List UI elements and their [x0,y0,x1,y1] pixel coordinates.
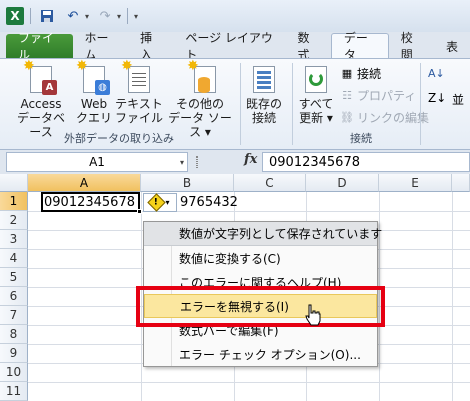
tab-data[interactable]: データ [330,31,389,62]
access-button[interactable]: ✸ A Access データベース [14,59,68,139]
splitter-handle[interactable] [196,156,198,168]
menu-title: 数値が文字列として保存されています [144,222,382,246]
redo-icon[interactable]: ↷ [95,6,115,26]
insert-function-icon[interactable]: fx [244,152,257,167]
row-header[interactable]: 1 [0,192,28,211]
qat-separator [127,8,129,24]
text-label-2: ファイル [114,111,163,125]
connections-label: 接続 [357,67,382,81]
ribbon-data-panel: ✸ A Access データベース ✸ ◍ Web クエリ ✸ テキスト ファイ… [0,58,470,150]
text-label-1: テキスト [115,97,163,111]
refresh-label-2: 更新 ▾ [299,111,333,125]
connections-icon: ▦ [341,67,353,80]
web-label-2: クエリ [75,111,112,125]
row-header[interactable]: 11 [0,382,28,401]
name-box-value: A1 [89,155,105,169]
tab-file[interactable]: ファイル [6,31,73,62]
group-separator [420,63,421,145]
edit-links-label: リンクの編集 [357,111,430,125]
column-header-e[interactable]: E [379,174,452,192]
save-icon[interactable] [37,6,57,26]
name-box-dropdown-icon[interactable]: ▾ [180,158,184,167]
tab-home[interactable]: ホーム [73,31,129,62]
row-header[interactable]: 5 [0,268,28,287]
web-query-icon: ✸ ◍ [76,59,110,95]
sort-descending-icon[interactable]: Z↓ [428,91,446,105]
name-box[interactable]: A1 ▾ [6,152,188,172]
row-header[interactable]: 8 [0,325,28,344]
quick-access-toolbar: X ↶ ▾ ↷ ▾ ▾ [0,0,470,32]
group-separator [292,63,293,145]
select-all-corner[interactable] [0,174,28,192]
properties-button[interactable]: ☷ プロパティ [340,87,416,104]
row-header[interactable]: 3 [0,230,28,249]
row-header[interactable]: 6 [0,287,28,306]
highlight-box [136,286,385,327]
other-sources-icon: ✸ [184,59,216,95]
hand-cursor-icon [305,304,321,326]
formula-input[interactable]: 09012345678 [262,152,470,172]
column-header-f[interactable] [452,174,470,192]
formula-bar: A1 ▾ fx 09012345678 [0,150,470,174]
column-header-d[interactable]: D [306,174,379,192]
access-label-1: Access [20,97,62,111]
web-label-1: Web [80,97,108,111]
group-label-connections: 接続 [350,132,372,145]
grid-line [452,192,453,401]
tab-view[interactable]: 表 [434,34,470,58]
row-header[interactable]: 7 [0,306,28,325]
menu-item-convert-to-number[interactable]: 数値に変換する(C) [144,246,377,270]
connections-button[interactable]: ▦ 接続 [340,65,381,82]
menu-item-error-checking-options[interactable]: エラー チェック オプション(O)... [144,342,377,366]
properties-label: プロパティ [357,89,417,103]
column-header-c[interactable]: C [234,174,306,192]
column-header-b[interactable]: B [141,174,234,192]
qat-separator [30,8,31,24]
customize-qat-icon[interactable]: ▾ [134,12,138,21]
sort-ascending-icon[interactable]: A↓ [428,67,445,80]
edit-links-icon: ⛓ [340,111,354,124]
refresh-all-button[interactable]: すべて 更新 ▾ [296,63,336,125]
refresh-icon [300,63,332,95]
row-header[interactable]: 4 [0,249,28,268]
cell-b1[interactable]: 9765432 [180,192,238,212]
group-label-external-data: 外部データの取り込み [64,132,174,145]
text-file-button[interactable]: ✸ テキスト ファイル [114,59,164,125]
row-header[interactable]: 9 [0,344,28,363]
other-label-1: その他の [175,97,224,111]
warning-icon: ! [147,193,167,212]
other-label-2: データ ソース ▾ [168,111,232,139]
tab-page-layout[interactable]: ページ レイアウト [173,31,285,62]
other-sources-button[interactable]: ✸ その他の データ ソース ▾ [164,59,236,139]
edit-links-button[interactable]: ⛓ リンクの編集 [340,109,429,126]
tab-review[interactable]: 校閲 [389,31,434,62]
fill-handle[interactable] [137,209,142,214]
grid-line [28,382,470,383]
row-header[interactable]: 10 [0,363,28,382]
error-check-button[interactable]: ! ▾ [143,193,177,212]
web-query-button[interactable]: ✸ ◍ Web クエリ [74,59,114,125]
group-separator [240,63,241,145]
redo-dropdown-icon[interactable]: ▾ [117,12,121,21]
undo-icon[interactable]: ↶ [63,6,83,26]
access-database-icon: ✸ A [23,59,57,95]
column-header-a[interactable]: A [28,174,141,192]
ribbon-tabs: ファイル ホーム 挿入 ページ レイアウト 数式 データ 校閲 表 [0,31,470,62]
existing-label-2: 接続 [251,111,276,125]
text-file-icon: ✸ [121,59,155,95]
tab-insert[interactable]: 挿入 [128,31,173,62]
row-header[interactable]: 2 [0,211,28,230]
refresh-label-1: すべて [298,97,334,111]
properties-icon: ☷ [342,89,352,102]
existing-connections-icon [248,63,280,95]
existing-label-1: 既存の [245,97,282,111]
cell-a1[interactable]: 09012345678 [41,192,140,212]
existing-connections-button[interactable]: 既存の 接続 [244,63,284,125]
error-dropdown-icon: ▾ [165,198,170,207]
undo-dropdown-icon[interactable]: ▾ [85,12,89,21]
tab-formulas[interactable]: 数式 [286,31,331,62]
access-label-2: データベース [16,111,65,139]
excel-logo-icon: X [6,7,24,25]
sort-button-label[interactable]: 並 [452,91,464,108]
